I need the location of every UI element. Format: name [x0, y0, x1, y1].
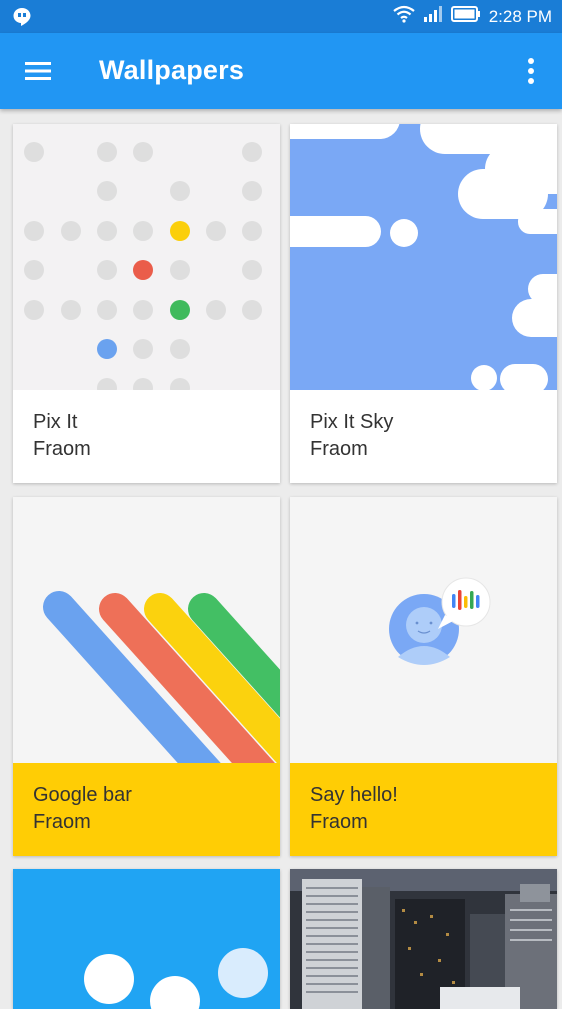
wallpaper-card-5[interactable]: [13, 869, 280, 1009]
page-title: Wallpapers: [99, 55, 245, 85]
wallpaper-thumbnail-6: [290, 869, 557, 1009]
wallpaper-thumbnail-google-bar: [13, 497, 280, 763]
card-title: Google bar: [33, 784, 132, 806]
status-bar: 2:28 PM: [0, 0, 562, 33]
hangouts-icon: [12, 7, 32, 32]
card-caption: Pix It Sky Fraom: [290, 390, 557, 483]
card-author: Fraom: [33, 811, 91, 833]
battery-icon: [450, 5, 481, 28]
card-author: Fraom: [310, 811, 368, 833]
card-title: Say hello!: [310, 784, 398, 806]
wallpaper-thumbnail-5: [13, 869, 280, 1009]
wallpaper-thumbnail-pix-it-sky: [290, 124, 557, 390]
wallpaper-card-pix-it-sky[interactable]: Pix It Sky Fraom: [290, 124, 557, 483]
wallpaper-thumbnail-say-hello: [290, 497, 557, 763]
wallpaper-thumbnail-pix-it: [13, 124, 280, 390]
wallpaper-card-pix-it[interactable]: Pix It Fraom: [13, 124, 280, 483]
hamburger-menu-icon: [25, 62, 51, 80]
card-author: Fraom: [310, 438, 368, 460]
more-options-button[interactable]: [516, 55, 546, 87]
card-caption: Google bar Fraom: [13, 763, 280, 856]
wallpaper-card-say-hello[interactable]: Say hello! Fraom: [290, 497, 557, 856]
more-vert-icon: [528, 58, 534, 84]
wallpaper-card-google-bar[interactable]: Google bar Fraom: [13, 497, 280, 856]
app-bar: Wallpapers: [0, 33, 562, 109]
card-caption: Say hello! Fraom: [290, 763, 557, 856]
wallpaper-card-6[interactable]: [290, 869, 557, 1009]
signal-icon: [423, 5, 443, 28]
card-title: Pix It Sky: [310, 411, 394, 433]
status-time: 2:28 PM: [488, 6, 552, 26]
card-caption: Pix It Fraom: [13, 390, 280, 483]
card-title: Pix It: [33, 411, 78, 433]
wifi-icon: [393, 5, 415, 28]
card-author: Fraom: [33, 438, 91, 460]
menu-button[interactable]: [22, 57, 54, 85]
